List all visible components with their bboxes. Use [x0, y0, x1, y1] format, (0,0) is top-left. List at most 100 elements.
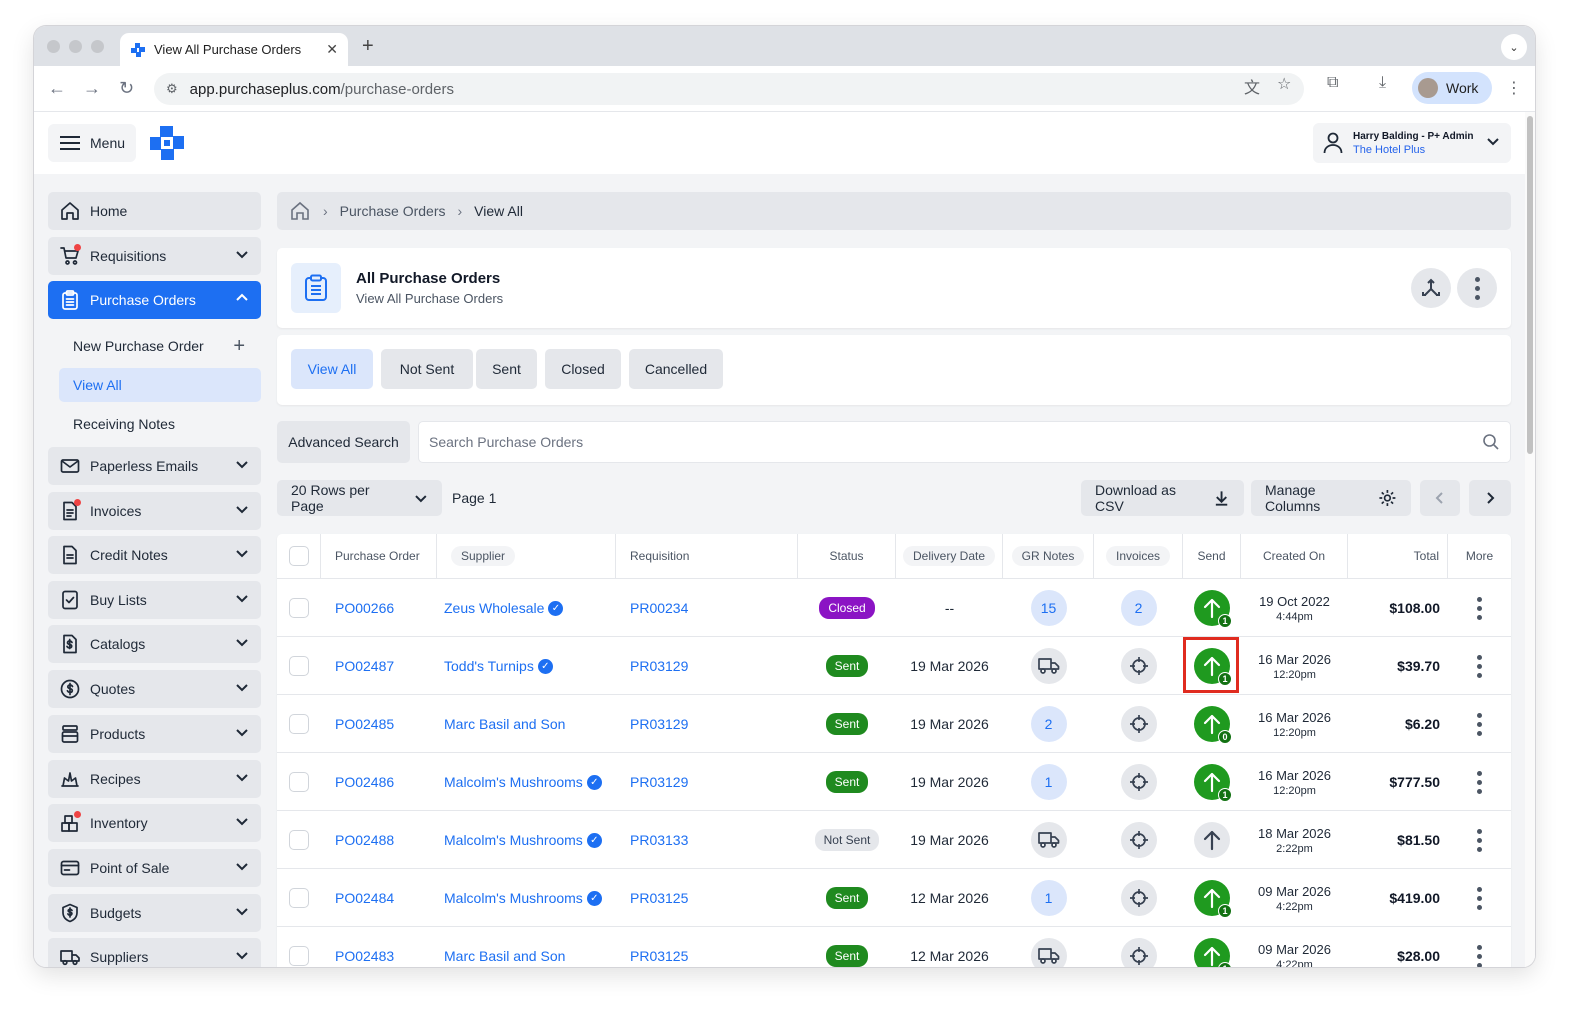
filter-view-all[interactable]: View All: [291, 349, 373, 389]
row-more-icon[interactable]: [1477, 828, 1482, 852]
column-header-more[interactable]: More: [1448, 534, 1511, 578]
match-invoice-button[interactable]: [1120, 706, 1157, 742]
match-invoice-button[interactable]: [1120, 648, 1157, 684]
row-more-icon[interactable]: [1477, 886, 1482, 910]
sidebar-item-purchase-orders[interactable]: Purchase Orders: [48, 281, 261, 319]
select-all-checkbox[interactable]: [288, 546, 309, 566]
user-menu[interactable]: Harry Balding - P+ Admin The Hotel Plus: [1313, 123, 1511, 163]
sidebar-item-quotes[interactable]: Quotes: [48, 670, 261, 708]
row-more-icon[interactable]: [1477, 654, 1482, 678]
table-row[interactable]: PO02483 Marc Basil and Son PR03125 Sent 12 M…: [277, 926, 1511, 967]
create-gr-note-button[interactable]: [1030, 938, 1067, 967]
sidebar-item-point-of-sale[interactable]: Point of Sale: [48, 849, 261, 887]
requisition-link[interactable]: PR03129: [630, 774, 688, 790]
search-input[interactable]: Search Purchase Orders: [418, 421, 1511, 463]
send-button[interactable]: 0: [1194, 706, 1232, 744]
row-more-icon[interactable]: [1477, 712, 1482, 736]
table-row[interactable]: PO02488 Malcolm's Mushrooms ✓ PR03133 Not Se…: [277, 810, 1511, 868]
requisition-link[interactable]: PR03129: [630, 658, 688, 674]
page-scrollbar[interactable]: [1525, 112, 1535, 967]
table-row[interactable]: PO02485 Marc Basil and Son PR03129 Sent 19 M…: [277, 694, 1511, 752]
address-bar[interactable]: ⚙ app.purchaseplus.com/purchase-orders: [154, 73, 1304, 105]
reload-icon[interactable]: ↻: [119, 78, 134, 99]
column-header-send[interactable]: Send: [1183, 534, 1241, 578]
create-gr-note-button[interactable]: [1030, 648, 1067, 684]
send-button[interactable]: 1: [1194, 590, 1232, 628]
row-more-icon[interactable]: [1477, 596, 1482, 620]
supplier-link[interactable]: Todd's Turnips: [444, 658, 534, 674]
supplier-link[interactable]: Zeus Wholesale: [444, 600, 544, 616]
close-window-button[interactable]: [47, 40, 60, 53]
tab-search-chevron-icon[interactable]: ⌄: [1501, 34, 1527, 60]
table-row[interactable]: PO02486 Malcolm's Mushrooms ✓ PR03129 Sent 19…: [277, 752, 1511, 810]
match-invoice-button[interactable]: [1120, 938, 1157, 967]
sidebar-item-paperless-emails[interactable]: Paperless Emails: [48, 447, 261, 485]
purchase-order-link[interactable]: PO02487: [335, 658, 394, 674]
sidebar-item-buy-lists[interactable]: Buy Lists: [48, 581, 261, 619]
gr-notes-count[interactable]: 1: [1030, 880, 1067, 916]
sidebar-item-inventory[interactable]: Inventory: [48, 804, 261, 842]
scrollbar-thumb[interactable]: [1527, 116, 1533, 454]
send-button[interactable]: 1: [1194, 880, 1232, 918]
back-arrow-icon[interactable]: ←: [48, 78, 66, 99]
sidebar-subitem-receiving-notes[interactable]: Receiving Notes: [59, 407, 261, 441]
purchase-order-link[interactable]: PO02485: [335, 716, 394, 732]
plus-icon[interactable]: +: [233, 335, 245, 358]
send-button[interactable]: 1: [1194, 764, 1232, 802]
rows-per-page-select[interactable]: 20 Rows per Page: [277, 480, 442, 516]
create-gr-note-button[interactable]: [1030, 822, 1067, 858]
browser-menu-icon[interactable]: ⋮: [1506, 78, 1522, 98]
download-csv-button[interactable]: Download as CSV: [1081, 480, 1244, 516]
match-invoice-button[interactable]: [1120, 880, 1157, 916]
forward-arrow-icon[interactable]: →: [83, 78, 101, 99]
sidebar-item-credit-notes[interactable]: Credit Notes: [48, 536, 261, 574]
requisition-link[interactable]: PR03129: [630, 716, 688, 732]
home-icon[interactable]: [289, 201, 311, 221]
search-icon[interactable]: [1482, 433, 1500, 451]
column-header-total[interactable]: Total: [1348, 534, 1448, 578]
translate-icon[interactable]: 文: [1244, 74, 1260, 98]
sidebar-item-budgets[interactable]: Budgets: [48, 894, 261, 932]
send-button[interactable]: 1: [1194, 938, 1232, 967]
column-header-gr-notes[interactable]: GR Notes: [1003, 534, 1094, 578]
column-header-created-on[interactable]: Created On: [1241, 534, 1348, 578]
column-header-delivery-date[interactable]: Delivery Date: [896, 534, 1003, 578]
sidebar-subitem-view-all[interactable]: View All: [59, 368, 261, 402]
column-header-status[interactable]: Status: [798, 534, 896, 578]
table-row[interactable]: PO00266 Zeus Wholesale ✓ PR00234 Closed -- 15 2…: [277, 578, 1511, 636]
row-checkbox[interactable]: [289, 714, 309, 734]
sidebar-item-products[interactable]: Products: [48, 715, 261, 753]
row-checkbox[interactable]: [289, 830, 309, 850]
supplier-link[interactable]: Marc Basil and Son: [444, 716, 565, 732]
gr-notes-count[interactable]: 2: [1030, 706, 1067, 742]
close-tab-icon[interactable]: ✕: [326, 41, 338, 58]
requisition-link[interactable]: PR03125: [630, 948, 688, 964]
requisition-link[interactable]: PR03125: [630, 890, 688, 906]
supplier-link[interactable]: Malcolm's Mushrooms: [444, 774, 583, 790]
maximize-window-button[interactable]: [91, 40, 104, 53]
sidebar-subitem-new-purchase-order[interactable]: New Purchase Order +: [59, 329, 261, 363]
sidebar-item-invoices[interactable]: Invoices: [48, 492, 261, 530]
previous-page-button[interactable]: [1420, 480, 1460, 516]
site-settings-icon[interactable]: ⚙: [166, 81, 178, 97]
filter-closed[interactable]: Closed: [545, 349, 621, 389]
bookmark-star-icon[interactable]: ☆: [1277, 74, 1291, 94]
purchaseplus-logo[interactable]: [148, 124, 186, 162]
row-more-icon[interactable]: [1477, 770, 1482, 794]
filter-not-sent[interactable]: Not Sent: [381, 349, 473, 389]
more-options-button[interactable]: [1457, 268, 1497, 308]
gr-notes-count[interactable]: 15: [1030, 590, 1067, 626]
column-header-invoices[interactable]: Invoices: [1094, 534, 1183, 578]
send-button[interactable]: [1194, 822, 1230, 858]
split-action-button[interactable]: [1411, 268, 1451, 308]
breadcrumb-purchase-orders[interactable]: Purchase Orders: [340, 203, 446, 219]
download-icon[interactable]: ⤓: [1379, 74, 1386, 92]
column-header-purchase-order[interactable]: Purchase Order: [321, 534, 437, 578]
extensions-icon[interactable]: ⧉: [1327, 74, 1338, 92]
sidebar-item-home[interactable]: Home: [48, 192, 261, 230]
match-invoice-button[interactable]: [1120, 764, 1157, 800]
sidebar-item-recipes[interactable]: Recipes: [48, 760, 261, 798]
manage-columns-button[interactable]: Manage Columns: [1251, 480, 1411, 516]
row-checkbox[interactable]: [289, 598, 309, 618]
table-row[interactable]: PO02484 Malcolm's Mushrooms ✓ PR03125 Sent 12…: [277, 868, 1511, 926]
